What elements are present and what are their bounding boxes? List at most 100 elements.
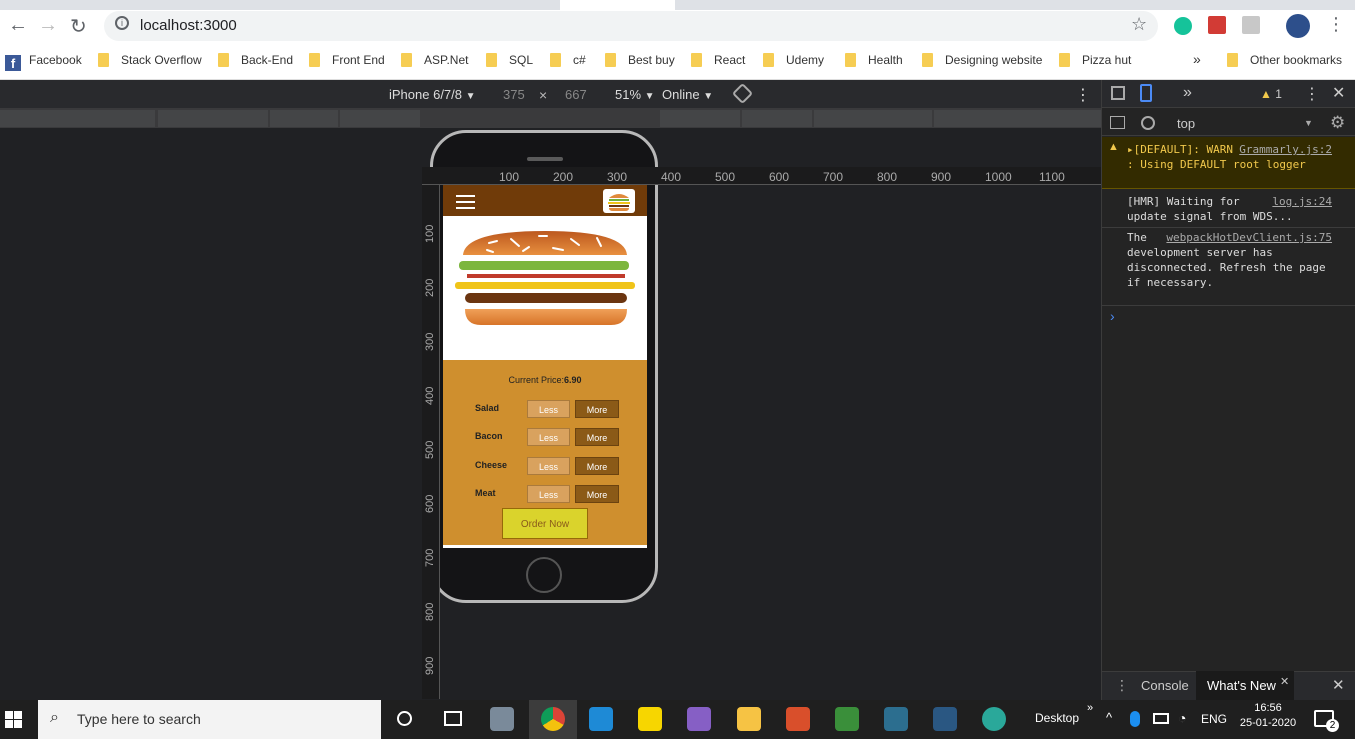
chrome-icon[interactable] (541, 707, 565, 731)
inspect-element-icon[interactable] (1111, 86, 1125, 100)
windows-start-icon[interactable] (5, 711, 22, 728)
devtools-menu-kebab-icon[interactable]: ⋮ (1304, 84, 1320, 104)
desktop-toolbar[interactable]: Desktop (1035, 711, 1079, 725)
burger-logo-icon[interactable] (603, 189, 635, 213)
more-button[interactable]: More (575, 400, 619, 418)
star-icon[interactable]: ☆ (1131, 14, 1147, 35)
less-button[interactable]: Less (527, 485, 570, 503)
omnibox[interactable] (104, 11, 1158, 41)
url-text[interactable]: localhost:3000 (140, 17, 237, 34)
more-button[interactable]: More (575, 485, 619, 503)
media-query-segment[interactable] (934, 110, 1101, 127)
clock[interactable]: 16:56 25-01-2020 (1239, 702, 1297, 729)
message-source-link[interactable]: webpackHotDevClient.js:75 (1166, 230, 1332, 245)
bookmark-folder[interactable]: ASP.Net (401, 53, 468, 67)
less-button[interactable]: Less (527, 428, 570, 446)
more-tabs-chevron-icon[interactable]: » (1183, 84, 1192, 102)
search-icon: ⌕ (50, 709, 59, 726)
info-icon[interactable]: i (115, 16, 129, 30)
media-query-segment[interactable] (340, 110, 420, 127)
media-query-segment[interactable] (270, 110, 338, 127)
bookmark-folder[interactable]: Pizza hut (1059, 53, 1131, 67)
sql-server-icon[interactable] (933, 707, 957, 731)
device-height-input[interactable]: 667 (565, 87, 587, 102)
message-source-link[interactable]: log.js:24 (1272, 194, 1332, 209)
desktop-more-chevron-icon[interactable]: » (1087, 702, 1093, 714)
extension-icon[interactable] (1208, 16, 1226, 34)
console-prompt[interactable]: › (1110, 308, 1115, 324)
phone-home-button (526, 557, 562, 593)
media-query-segment[interactable] (814, 110, 932, 127)
zoom-select[interactable]: 51% ▼ (615, 87, 655, 102)
tab-console[interactable]: Console (1141, 678, 1189, 693)
close-devtools-icon[interactable]: ✕ (1332, 83, 1345, 103)
grammarly-icon[interactable] (1174, 17, 1192, 35)
bookmark-facebook[interactable]: f Facebook (5, 53, 82, 71)
bookmark-folder[interactable]: Best buy (605, 53, 675, 67)
avatar[interactable] (1286, 14, 1310, 38)
hamburger-line[interactable] (456, 201, 475, 203)
editor-app-icon[interactable] (884, 707, 908, 731)
warnings-badge[interactable]: ▲ 1 (1260, 87, 1282, 101)
file-explorer-icon[interactable] (737, 707, 761, 731)
bookmark-folder[interactable]: Health (845, 53, 903, 67)
show-hidden-icons-icon[interactable]: ^ (1106, 710, 1112, 725)
bookmark-folder[interactable]: React (691, 53, 745, 67)
bluetooth-icon[interactable] (1130, 711, 1140, 727)
device-toggle-icon[interactable] (1140, 84, 1152, 102)
tab-whats-new[interactable]: What's New (1207, 678, 1276, 693)
close-drawer-icon[interactable]: ✕ (1332, 676, 1345, 694)
paint-app-icon[interactable] (490, 707, 514, 731)
clear-console-icon[interactable] (1141, 116, 1155, 130)
device-width-input[interactable]: 375 (503, 87, 525, 102)
bookmark-folder[interactable]: Front End (309, 53, 385, 67)
less-button[interactable]: Less (527, 400, 570, 418)
network-select[interactable]: Online ▼ (662, 87, 713, 102)
bookmark-folder[interactable]: Udemy (763, 53, 824, 67)
excel-icon[interactable] (835, 707, 859, 731)
hamburger-line[interactable] (456, 207, 475, 209)
menu-kebab-icon[interactable]: ⋮ (1327, 14, 1345, 35)
extension-2-icon[interactable] (1242, 16, 1260, 34)
device-select[interactable]: iPhone 6/7/8 ▼ (389, 87, 476, 102)
node-app-icon[interactable] (982, 707, 1006, 731)
reload-icon[interactable]: ↻ (70, 14, 87, 39)
message-source-link[interactable]: Grammarly.js:2 (1239, 142, 1332, 157)
bookmark-folder[interactable]: SQL (486, 53, 533, 67)
media-query-segment[interactable] (660, 110, 740, 127)
more-button[interactable]: More (575, 428, 619, 446)
gear-icon[interactable]: ⚙ (1330, 113, 1345, 133)
drawer-menu-kebab-icon[interactable]: ⋮ (1115, 677, 1129, 694)
language-indicator[interactable]: ENG (1201, 712, 1227, 726)
back-arrow-icon[interactable]: ← (8, 14, 28, 37)
media-query-segment[interactable] (158, 110, 268, 127)
visual-studio-icon[interactable] (687, 707, 711, 731)
bookmarks-more-chevron[interactable]: » (1193, 51, 1201, 67)
media-query-segment[interactable] (742, 110, 812, 127)
less-button[interactable]: Less (527, 457, 570, 475)
sticky-notes-icon[interactable] (638, 707, 662, 731)
vscode-icon[interactable] (589, 707, 613, 731)
dropdown-arrow-icon[interactable]: ▼ (1304, 118, 1313, 128)
hamburger-line[interactable] (456, 195, 475, 197)
bookmark-folder[interactable]: c# (550, 53, 586, 67)
ccleaner-icon[interactable] (786, 707, 810, 731)
device-menu-kebab-icon[interactable]: ⋮ (1075, 85, 1091, 105)
bookmark-folder[interactable]: Back-End (218, 53, 293, 67)
task-view-icon[interactable] (444, 711, 462, 726)
bookmark-folder[interactable]: Stack Overflow (98, 53, 202, 67)
other-bookmarks[interactable]: Other bookmarks (1227, 53, 1342, 67)
wifi-icon[interactable]: ◔ (1178, 710, 1186, 726)
sidebar-toggle-icon[interactable] (1110, 116, 1125, 129)
context-select[interactable]: top (1177, 116, 1195, 131)
media-query-segment[interactable] (0, 110, 155, 127)
active-tab[interactable] (560, 0, 675, 10)
close-tab-icon[interactable]: ✕ (1280, 675, 1289, 688)
more-button[interactable]: More (575, 457, 619, 475)
order-now-button[interactable]: Order Now (502, 508, 588, 539)
bookmark-folder[interactable]: Designing website (922, 53, 1042, 67)
cortana-icon[interactable] (397, 711, 412, 726)
battery-icon[interactable] (1153, 713, 1169, 724)
ruler-label: 900 (424, 656, 436, 675)
forward-arrow-icon[interactable]: → (38, 14, 58, 37)
